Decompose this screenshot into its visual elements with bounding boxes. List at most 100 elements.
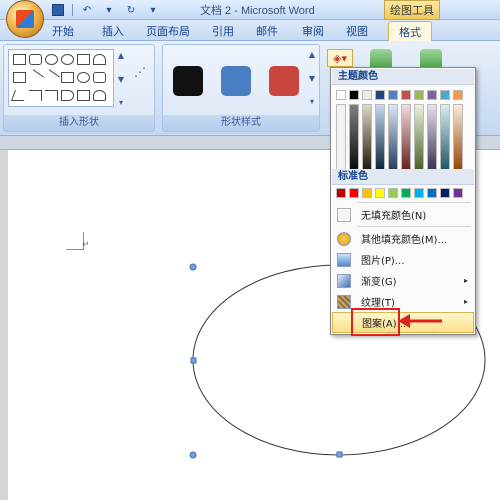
quick-access-toolbar: ↶ ▾ ↻ ▾ [50,2,161,18]
standard-color-swatch[interactable] [336,188,346,198]
theme-col-7 [414,90,424,170]
theme-color-shades[interactable] [414,104,424,170]
undo-dropdown[interactable]: ▾ [101,3,117,17]
selection-handle-bottom-left[interactable] [189,451,197,459]
trapezoid-shape-icon[interactable] [77,54,90,65]
shape-styles-scroll[interactable]: ▲ ▼ ▾ [307,50,317,106]
theme-color-swatch[interactable] [453,90,463,100]
theme-color-shades[interactable] [401,104,411,170]
shape-style-red[interactable] [269,66,299,96]
theme-color-swatch[interactable] [362,90,372,100]
theme-col-4 [375,90,385,170]
selection-handle-top-left[interactable] [189,263,197,271]
shape-fill-button[interactable]: ◈▾ [327,49,353,67]
tab-view[interactable]: 视图 [346,23,368,39]
chevron-down-icon: ▾ [150,4,156,16]
theme-color-swatch[interactable] [375,90,385,100]
insert-shapes-group: ▲ ▼ ▾ ⋰ 插入形状 [3,44,155,132]
can-shape-icon[interactable] [93,54,106,65]
theme-color-shades[interactable] [453,104,463,170]
save-button[interactable] [50,3,66,17]
theme-color-swatch[interactable] [401,90,411,100]
standard-color-swatch[interactable] [362,188,372,198]
standard-color-swatch[interactable] [375,188,385,198]
standard-color-swatch[interactable] [349,188,359,198]
shape-style-blue[interactable] [221,66,251,96]
redo-icon: ↻ [126,4,136,16]
redo-button[interactable]: ↻ [123,3,139,17]
tab-format[interactable]: 格式 [388,21,432,42]
octagon-shape-icon[interactable] [45,54,58,65]
tab-mailings[interactable]: 邮件 [256,23,278,39]
rect-shape-icon[interactable] [61,72,74,83]
gallery-more-icon[interactable]: ▾ [310,97,314,106]
standard-color-swatch[interactable] [414,188,424,198]
tab-references[interactable]: 引用 [212,23,234,39]
tab-home[interactable]: 开始 [52,23,74,39]
theme-color-swatch[interactable] [414,90,424,100]
chevron-up-icon[interactable]: ▲ [118,51,124,60]
standard-color-swatch[interactable] [388,188,398,198]
theme-color-shades[interactable] [388,104,398,170]
menu-item-picture[interactable]: 图片(P)... [332,249,474,270]
line-shape-icon[interactable] [27,69,44,86]
rounded-rect-shape-icon[interactable] [93,72,106,83]
theme-color-shades[interactable] [440,104,450,170]
shapes-gallery[interactable] [8,49,114,107]
elbow-arrow-connector-icon[interactable] [45,90,58,101]
gallery-more-icon[interactable]: ▾ [119,98,123,107]
title-bar: ↶ ▾ ↻ ▾ 文档 2 - Microsoft Word 绘图工具 [0,0,500,20]
selection-handle-bottom[interactable] [336,451,343,458]
arrow-line-shape-icon[interactable] [43,69,60,86]
theme-color-shades[interactable] [427,104,437,170]
menu-item-label: 其他填充颜色(M)... [361,235,447,246]
theme-color-swatch[interactable] [336,90,346,100]
shape-fill-dropdown: 主题颜色 标准色 无填充颜色(N) 其他填充颜色(M)... 图片(P)... … [330,67,476,335]
standard-color-swatch[interactable] [453,188,463,198]
callout-shape-icon[interactable] [93,90,106,101]
standard-color-swatch[interactable] [427,188,437,198]
rectangle-shape-icon[interactable] [13,54,26,65]
standard-color-swatch[interactable] [401,188,411,198]
theme-col-8 [427,90,437,170]
text-box-icon[interactable] [13,72,26,83]
chevron-down-icon[interactable]: ▼ [118,75,124,84]
theme-color-swatch[interactable] [388,90,398,100]
circle-shape-icon[interactable] [61,54,74,65]
customize-qat-button[interactable]: ▾ [145,3,161,17]
chevron-up-icon[interactable]: ▲ [309,50,315,59]
theme-color-swatch[interactable] [427,90,437,100]
theme-color-swatch[interactable] [349,90,359,100]
selection-handle-left[interactable] [190,357,197,364]
chevron-down-icon[interactable]: ▼ [309,74,315,83]
oval-shape-icon[interactable] [77,72,90,83]
theme-color-shades[interactable] [375,104,385,170]
standard-color-swatch[interactable] [440,188,450,198]
tab-page-layout[interactable]: 页面布局 [146,23,190,39]
down-arrow-shape-icon[interactable] [77,90,90,101]
pentagon-shape-icon[interactable] [29,54,42,65]
theme-color-shades[interactable] [349,104,359,170]
theme-color-shades[interactable] [336,104,346,170]
menu-item-more-fill-colors[interactable]: 其他填充颜色(M)... [332,228,474,249]
elbow-connector-icon[interactable] [29,90,42,101]
theme-color-shades[interactable] [362,104,372,170]
undo-button[interactable]: ↶ [79,3,95,17]
shape-style-black[interactable] [173,66,203,96]
menu-separator [357,226,471,227]
edit-shape-icon[interactable]: ⋰ [134,65,146,79]
menu-item-label: 无填充颜色(N) [361,211,427,222]
no-fill-icon [337,207,351,222]
triangle-shape-icon[interactable] [10,90,29,101]
office-button[interactable] [6,0,44,38]
right-arrow-shape-icon[interactable] [61,90,74,101]
shape-styles-group-label: 形状样式 [163,115,319,131]
window-title: 文档 2 - Microsoft Word [200,5,315,17]
menu-item-gradient[interactable]: 渐变(G) ▸ [332,270,474,291]
menu-item-no-fill[interactable]: 无填充颜色(N) [332,204,474,225]
tab-review[interactable]: 审阅 [302,23,324,39]
color-wheel-icon [337,231,351,246]
shapes-gallery-scroll[interactable]: ▲ ▼ ▾ [116,51,126,107]
theme-color-swatch[interactable] [440,90,450,100]
tab-insert[interactable]: 插入 [102,23,124,39]
